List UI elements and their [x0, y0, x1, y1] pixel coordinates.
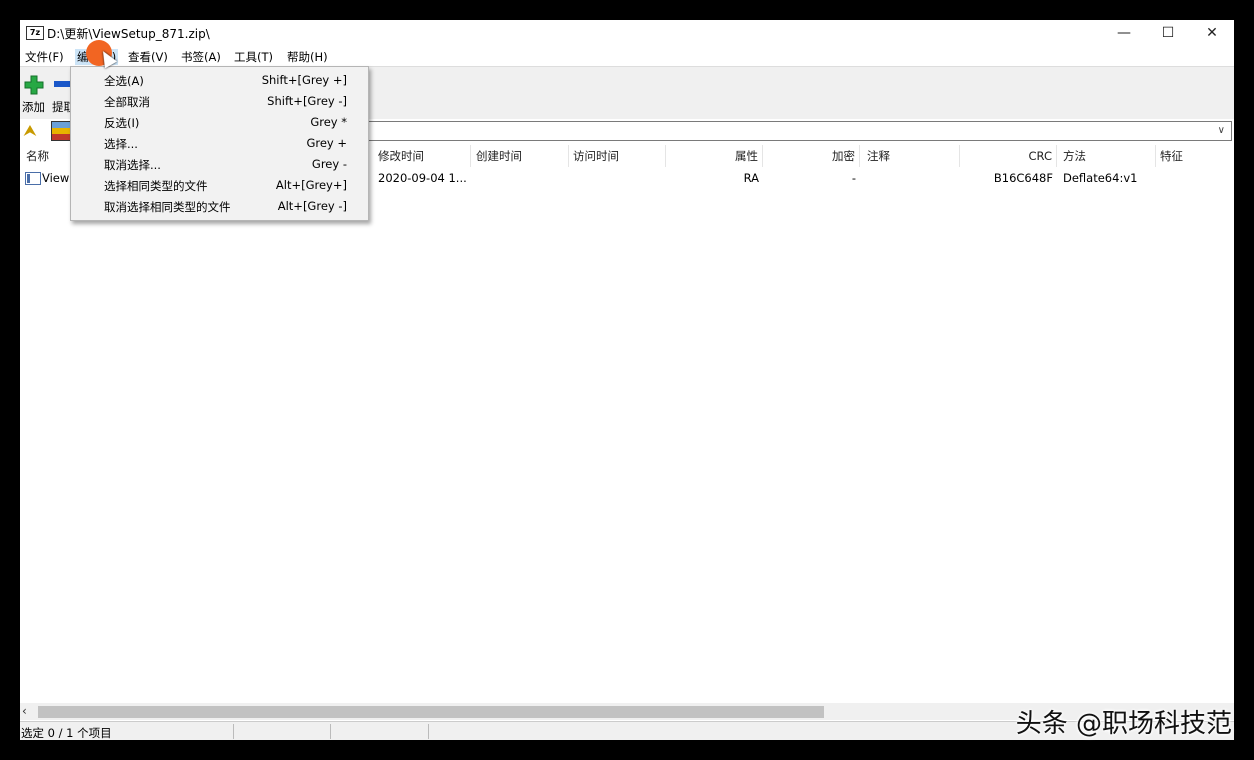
menu-deselect-same-type[interactable]: 取消选择相同类型的文件 Alt+[Grey -] — [71, 195, 368, 216]
status-divider — [233, 724, 234, 739]
col-encrypted[interactable]: 加密 — [763, 145, 860, 167]
menu-item-label: 取消选择... — [104, 158, 161, 172]
chevron-down-icon[interactable]: ∨ — [1218, 125, 1225, 136]
minimize-button[interactable]: — — [1102, 20, 1146, 46]
menu-item-shortcut: Shift+[Grey -] — [267, 94, 347, 108]
col-modified[interactable]: 修改时间 — [374, 145, 471, 167]
add-button-label[interactable]: 添加 — [22, 99, 45, 115]
menu-deselect[interactable]: 取消选择... Grey - — [71, 153, 368, 174]
menu-item-label: 全选(A) — [104, 74, 144, 88]
menu-select-same-type[interactable]: 选择相同类型的文件 Alt+[Grey+] — [71, 174, 368, 195]
title-bar: 7z D:\更新\ViewSetup_871.zip\ — ☐ ✕ — [20, 20, 1234, 46]
col-feature[interactable]: 特征 — [1156, 145, 1234, 167]
menu-select-all[interactable]: 全选(A) Shift+[Grey +] — [71, 69, 368, 90]
watermark: 头条 @职场科技范 — [1015, 709, 1232, 739]
status-divider — [428, 724, 429, 739]
col-created[interactable]: 创建时间 — [472, 145, 569, 167]
row-created — [472, 168, 569, 188]
row-method: Deflate64:v1 — [1063, 171, 1138, 185]
col-accessed[interactable]: 访问时间 — [569, 145, 666, 167]
menu-item-label: 全部取消 — [104, 95, 150, 109]
menu-item-label: 取消选择相同类型的文件 — [104, 200, 231, 214]
menu-deselect-all[interactable]: 全部取消 Shift+[Grey -] — [71, 90, 368, 111]
menu-bar: 文件(F) 编辑(E) 查看(V) 书签(A) 工具(T) 帮助(H) — [20, 46, 1234, 66]
menu-help[interactable]: 帮助(H) — [287, 49, 328, 65]
col-method[interactable]: 方法 — [1059, 145, 1156, 167]
menu-item-label: 反选(I) — [104, 116, 140, 130]
row-modified: 2020-09-04 1... — [378, 171, 467, 185]
maximize-button[interactable]: ☐ — [1146, 20, 1190, 46]
edit-dropdown-menu: 全选(A) Shift+[Grey +] 全部取消 Shift+[Grey -]… — [70, 66, 369, 221]
row-feature — [1156, 168, 1234, 188]
row-encrypted: - — [851, 171, 856, 185]
menu-view[interactable]: 查看(V) — [128, 49, 168, 65]
menu-item-shortcut: Grey + — [306, 136, 347, 150]
menu-bookmarks[interactable]: 书签(A) — [181, 49, 221, 65]
close-button[interactable]: ✕ — [1190, 20, 1234, 46]
menu-item-shortcut: Grey * — [310, 115, 347, 129]
path-input[interactable]: ∨ — [365, 121, 1232, 141]
menu-item-shortcut: Grey - — [311, 157, 347, 171]
menu-item-label: 选择... — [104, 137, 138, 151]
add-plus-icon[interactable] — [24, 75, 44, 95]
up-folder-icon[interactable]: ⮝ — [24, 123, 38, 139]
row-accessed — [569, 168, 666, 188]
menu-file[interactable]: 文件(F) — [25, 49, 64, 65]
archive-icon[interactable] — [51, 121, 71, 141]
row-attributes: RA — [743, 171, 759, 185]
status-text: 选定 0 / 1 个项目 — [21, 726, 112, 740]
col-crc[interactable]: CRC — [960, 145, 1057, 167]
row-comment — [863, 168, 960, 188]
menu-tools[interactable]: 工具(T) — [234, 49, 273, 65]
window-title: D:\更新\ViewSetup_871.zip\ — [47, 27, 210, 41]
menu-item-shortcut: Shift+[Grey +] — [261, 73, 347, 87]
menu-item-shortcut: Alt+[Grey -] — [277, 199, 347, 213]
scroll-thumb[interactable] — [38, 706, 824, 718]
status-divider — [330, 724, 331, 739]
col-comment[interactable]: 注释 — [863, 145, 960, 167]
app-7zip-icon: 7z — [26, 26, 44, 40]
scroll-left-icon[interactable]: ‹ — [22, 704, 27, 718]
extract-minus-icon[interactable] — [54, 81, 70, 87]
menu-item-shortcut: Alt+[Grey+] — [275, 178, 347, 192]
col-attributes[interactable]: 属性 — [666, 145, 763, 167]
row-crc: B16C648F — [993, 171, 1053, 185]
menu-select[interactable]: 选择... Grey + — [71, 132, 368, 153]
menu-item-label: 选择相同类型的文件 — [104, 179, 208, 193]
menu-invert-selection[interactable]: 反选(I) Grey * — [71, 111, 368, 132]
